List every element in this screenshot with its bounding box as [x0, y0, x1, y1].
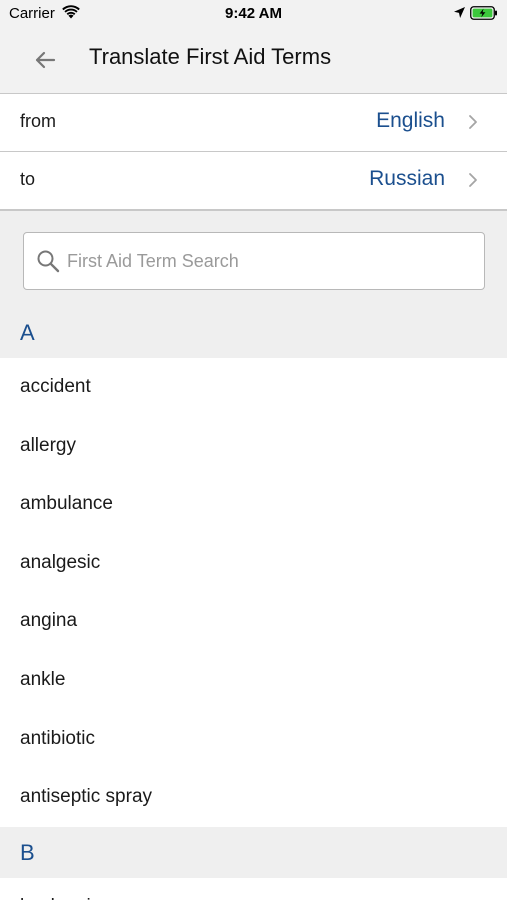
section-header: A [0, 307, 507, 358]
screen: Carrier 9:42 AM Translate First Aid Term… [0, 0, 507, 900]
to-label: to [20, 169, 36, 189]
term-list-item[interactable]: accident [0, 358, 507, 417]
term-list-item[interactable]: angina [0, 592, 507, 651]
chevron-right-icon [469, 173, 477, 187]
navigation-bar: Translate First Aid Terms [0, 27, 507, 94]
term-list-item[interactable]: allergy [0, 416, 507, 476]
from-language-row[interactable]: from English [0, 94, 507, 152]
term-list-item[interactable]: ambulance [0, 475, 507, 534]
section-header: B [0, 826, 507, 878]
search-input[interactable] [67, 234, 477, 288]
term-list: Aaccident allergy ambulance analgesic angina… [0, 307, 507, 900]
location-arrow-icon [454, 7, 465, 18]
from-label: from [20, 111, 56, 131]
search-box[interactable] [23, 232, 485, 290]
term-list-item[interactable]: analgesic [0, 533, 507, 593]
from-language-value: English [376, 109, 445, 132]
to-language-row[interactable]: to Russian [0, 152, 507, 210]
term-list-item[interactable]: antibiotic [0, 709, 507, 769]
term-list-item[interactable]: antiseptic spray [0, 768, 507, 827]
page-title: Translate First Aid Terms [89, 44, 332, 69]
term-list-item[interactable]: back pain [0, 877, 507, 900]
back-arrow-icon[interactable] [28, 45, 62, 75]
status-bar: Carrier 9:42 AM [0, 0, 507, 27]
battery-charging-icon [470, 6, 497, 20]
chevron-right-icon [469, 115, 477, 129]
search-area [0, 210, 507, 307]
status-time: 9:42 AM [225, 5, 282, 22]
search-icon [37, 250, 60, 273]
to-language-value: Russian [369, 167, 445, 190]
term-list-item[interactable]: ankle [0, 650, 507, 710]
